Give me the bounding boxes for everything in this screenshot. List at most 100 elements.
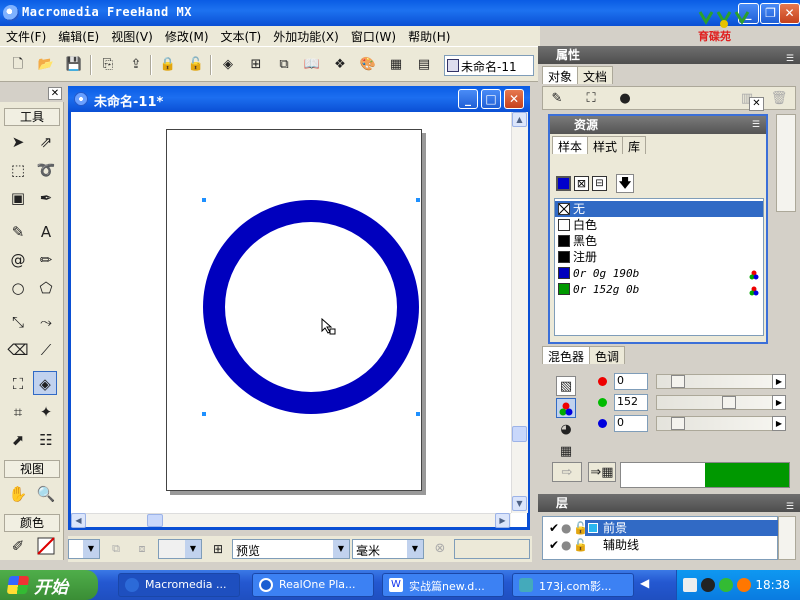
eraser-fill-tool-icon[interactable]: ◈ <box>33 371 57 395</box>
menu-edit[interactable]: 编辑(E) <box>52 26 105 46</box>
red-slider-track[interactable] <box>656 374 786 389</box>
save-icon[interactable]: 💾 <box>64 55 84 75</box>
tab-document[interactable]: 文档 <box>577 66 614 84</box>
blue-increment-icon[interactable]: ▶ <box>772 416 786 431</box>
menu-xtras[interactable]: 外加功能(X) <box>267 26 345 46</box>
zoom-tool-icon[interactable]: 🔍 <box>34 482 58 506</box>
panel-options-icon[interactable]: ☰ <box>786 498 794 516</box>
layers-stack-icon[interactable]: ▤ <box>414 55 434 75</box>
selection-handle[interactable] <box>416 198 420 202</box>
grid-icon[interactable]: ▦ <box>386 55 406 75</box>
properties-scrollbar[interactable] <box>776 114 796 212</box>
panel-options-icon[interactable]: ☰ <box>752 116 760 134</box>
unlock-icon[interactable]: 🔓 <box>186 55 206 75</box>
tab-styles[interactable]: 样式 <box>587 136 624 154</box>
system-picker-icon[interactable]: ▦ <box>556 442 576 462</box>
selection-handle[interactable] <box>202 198 206 202</box>
blue-slider-track[interactable] <box>656 416 786 431</box>
tab-swatches[interactable]: 样本 <box>552 136 589 154</box>
fill-color-swatch-icon[interactable] <box>34 534 58 558</box>
text-editor-icon[interactable]: 📖 <box>302 55 322 75</box>
horizontal-scrollbar[interactable]: ◀ ▶ <box>71 513 511 528</box>
spiral-tool-icon[interactable]: @ <box>6 248 30 272</box>
blue-ring-shape[interactable] <box>203 200 419 414</box>
document-app-icon[interactable] <box>74 92 88 106</box>
antivirus-icon[interactable] <box>719 578 733 592</box>
symbols-icon[interactable]: ❖ <box>330 55 350 75</box>
task-word-document[interactable]: W 实战篇new.d... <box>382 573 504 597</box>
scroll-down-icon[interactable]: ▼ <box>512 496 527 511</box>
layer-row-guides[interactable]: ✔ ● 🔓 辅助线 <box>549 537 789 553</box>
tray-expand-icon[interactable]: ◀ <box>640 576 668 594</box>
eye-icon[interactable]: ● <box>561 520 571 536</box>
tab-tints[interactable]: 色调 <box>589 346 626 364</box>
green-slider-thumb[interactable] <box>722 396 737 409</box>
trace-tool-icon[interactable]: ▣ <box>6 186 30 210</box>
doc-minimize-button[interactable]: _ <box>458 89 478 109</box>
import-icon[interactable]: ⎘ <box>98 55 118 75</box>
polygon-tool-icon[interactable]: ⬠ <box>34 276 58 300</box>
eyedropper-tool-icon[interactable]: ✒ <box>34 186 58 210</box>
task-realone[interactable]: RealOne Pla... <box>252 573 374 597</box>
document-selector[interactable]: 未命名-11 <box>444 55 534 76</box>
selection-handle[interactable] <box>416 412 420 416</box>
green-slider-track[interactable] <box>656 395 786 410</box>
knife-tool-icon[interactable]: ⟋ <box>34 338 58 362</box>
group-icon[interactable]: ◈ <box>218 55 238 75</box>
blue-slider-thumb[interactable] <box>671 417 685 430</box>
keyboard-icon[interactable] <box>683 578 697 592</box>
panel-options-icon[interactable]: ☰ <box>786 50 794 68</box>
menu-file[interactable]: 文件(F) <box>0 26 52 46</box>
swatch-row[interactable]: 黑色 <box>555 233 763 249</box>
tab-object[interactable]: 对象 <box>542 66 579 84</box>
pen-tool-icon[interactable]: ✎ <box>6 220 30 244</box>
transform-icon[interactable]: ⧉ <box>274 55 294 75</box>
network-icon[interactable] <box>701 578 715 592</box>
view-mode-select[interactable]: 预览 ▼ <box>232 539 350 559</box>
add-fill-icon[interactable]: ⛶ <box>581 89 601 109</box>
subselect-tool-icon[interactable]: ⇗ <box>34 130 58 154</box>
lock-icon[interactable]: 🔓 <box>573 537 588 553</box>
freehand-app-icon[interactable] <box>3 5 19 21</box>
scroll-left-icon[interactable]: ◀ <box>71 513 86 528</box>
maximize-button[interactable]: ❐ <box>760 3 781 24</box>
prev-page-icon[interactable]: ⧈ <box>132 539 152 559</box>
menu-text[interactable]: 文本(T) <box>215 26 268 46</box>
lasso-tool-icon[interactable]: ➰ <box>34 158 58 182</box>
align-icon[interactable]: ⊞ <box>246 55 266 75</box>
page-tool-icon[interactable]: ⬚ <box>6 158 30 182</box>
horizontal-scroll-thumb[interactable] <box>147 514 163 527</box>
selection-handle[interactable] <box>202 412 206 416</box>
properties-panel-header[interactable]: 属性 ☰ <box>538 46 800 64</box>
close-button[interactable]: ✕ <box>779 3 800 24</box>
doc-close-button[interactable]: ✕ <box>504 89 524 109</box>
crop-tool-icon[interactable]: ⌗ <box>6 400 30 424</box>
tools-close-icon[interactable]: ✕ <box>48 87 62 100</box>
eye-icon[interactable]: ● <box>561 537 571 553</box>
color-preview-well[interactable] <box>620 462 790 488</box>
chart-tool-icon[interactable]: ☷ <box>34 428 58 452</box>
units-select[interactable]: 毫米 ▼ <box>352 539 424 559</box>
page-select[interactable]: ▼ <box>158 539 202 559</box>
add-effect-icon[interactable]: ● <box>615 89 635 109</box>
pointer-tool-icon[interactable]: ➤ <box>6 130 30 154</box>
tab-library[interactable]: 库 <box>622 136 647 154</box>
blue-value-input[interactable]: 0 <box>614 415 648 432</box>
swatch-row[interactable]: 0r 0g 190b <box>555 265 763 281</box>
task-browser[interactable]: 173j.com影... <box>512 573 634 597</box>
import-swatch-icon[interactable]: 🡇 <box>616 174 634 193</box>
lock-icon[interactable]: 🔒 <box>158 55 178 75</box>
stroke-swatch-icon[interactable] <box>556 176 571 191</box>
hand-tool-icon[interactable]: ✋ <box>6 482 30 506</box>
swatch-row[interactable]: 无 <box>555 201 763 217</box>
menu-modify[interactable]: 修改(M) <box>159 26 215 46</box>
red-value-input[interactable]: 0 <box>614 373 648 390</box>
rgb-mode-icon[interactable] <box>556 398 576 418</box>
magnification-select[interactable]: ▼ <box>68 539 100 559</box>
export-icon[interactable]: ⇪ <box>126 55 146 75</box>
open-folder-icon[interactable]: 📂 <box>36 55 56 75</box>
ellipse-tool-icon[interactable]: ○ <box>6 276 30 300</box>
cmyk-mode-icon[interactable]: ▧ <box>556 376 576 396</box>
freeform-tool-icon[interactable]: ⤳ <box>34 310 58 334</box>
green-increment-icon[interactable]: ▶ <box>772 395 786 410</box>
